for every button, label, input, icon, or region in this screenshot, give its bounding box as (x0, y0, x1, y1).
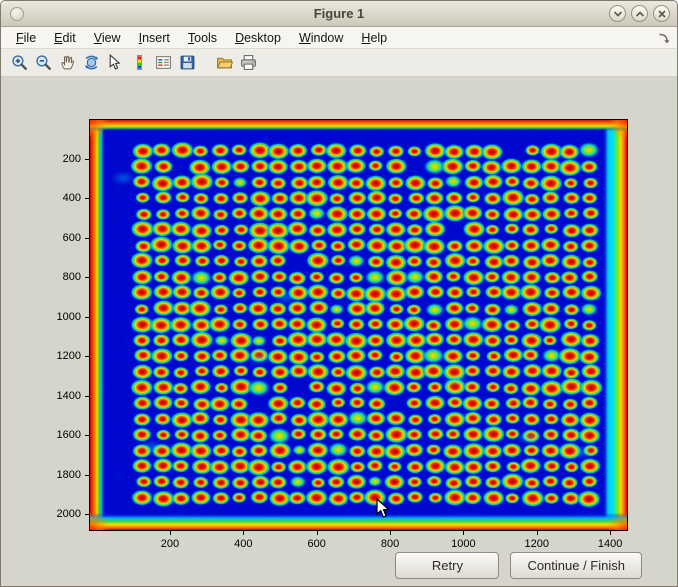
print-button[interactable] (237, 52, 259, 74)
y-tick-label: 1000 (39, 311, 81, 323)
menu-file[interactable]: File (7, 29, 45, 47)
x-tick-label: 1400 (588, 538, 632, 550)
y-tick (85, 356, 89, 357)
y-tick (85, 475, 89, 476)
y-tick (85, 238, 89, 239)
y-tick-label: 1200 (39, 350, 81, 362)
menu-edit[interactable]: Edit (45, 29, 85, 47)
zoom-out-icon (35, 54, 52, 71)
figure-content: 200 400 600 800 1000 1200 1400 200 400 600 800 1000… (1, 77, 677, 586)
axes: 2004006008001000120014002004006008001000… (89, 119, 628, 531)
zoom-in-icon (11, 54, 28, 71)
menu-window[interactable]: Window (290, 29, 352, 47)
menu-tools[interactable]: Tools (179, 29, 226, 47)
y-tick-label: 600 (39, 232, 81, 244)
x-tick-label: 200 (148, 538, 192, 550)
dock-arrow-icon[interactable] (657, 32, 670, 45)
y-tick (85, 396, 89, 397)
y-tick (85, 198, 89, 199)
x-tick-label: 1200 (515, 538, 559, 550)
close-button[interactable] (653, 5, 670, 22)
x-tick-label: 600 (295, 538, 339, 550)
open-icon (216, 54, 233, 71)
colorbar-icon (131, 54, 148, 71)
x-tick (170, 531, 171, 535)
maximize-button[interactable] (631, 5, 648, 22)
pan-icon (59, 54, 76, 71)
menubar: FileEditViewInsertToolsDesktopWindowHelp (1, 27, 677, 49)
minimize-button[interactable] (609, 5, 626, 22)
legend-button[interactable] (152, 52, 174, 74)
window-controls (609, 5, 670, 22)
open-button[interactable] (213, 52, 235, 74)
print-icon (240, 54, 257, 71)
y-tick-label: 200 (39, 153, 81, 165)
data-cursor-icon (107, 54, 124, 71)
x-tick-label: 400 (221, 538, 265, 550)
dialog-buttons: Retry Continue / Finish (395, 552, 642, 579)
x-tick-label: 800 (368, 538, 412, 550)
colorbar-button[interactable] (128, 52, 150, 74)
legend-icon (155, 54, 172, 71)
x-tick (537, 531, 538, 535)
save-button[interactable] (176, 52, 198, 74)
close-icon (657, 9, 667, 19)
titlebar[interactable]: Figure 1 (1, 1, 677, 27)
pan-button[interactable] (56, 52, 78, 74)
x-tick-label: 1000 (441, 538, 485, 550)
continue-finish-button[interactable]: Continue / Finish (510, 552, 642, 579)
window-title: Figure 1 (1, 6, 677, 21)
figure-window: Figure 1 FileEditViewInsertToolsDesktopW… (0, 0, 678, 587)
y-tick (85, 277, 89, 278)
x-tick (243, 531, 244, 535)
chevron-up-icon (635, 9, 645, 19)
menu-insert[interactable]: Insert (130, 29, 179, 47)
rotate-3d-button[interactable] (80, 52, 102, 74)
menu-view[interactable]: View (85, 29, 130, 47)
y-tick-label: 2000 (39, 508, 81, 520)
menu-desktop[interactable]: Desktop (226, 29, 290, 47)
y-tick-label: 800 (39, 271, 81, 283)
save-icon (179, 54, 196, 71)
chevron-down-icon (613, 9, 623, 19)
y-tick-label: 1600 (39, 429, 81, 441)
toolbar (1, 49, 677, 77)
zoom-in-button[interactable] (8, 52, 30, 74)
retry-button[interactable]: Retry (395, 552, 499, 579)
x-tick (463, 531, 464, 535)
y-tick-label: 400 (39, 192, 81, 204)
data-cursor-button[interactable] (104, 52, 126, 74)
menu-items: FileEditViewInsertToolsDesktopWindowHelp (7, 29, 396, 47)
rotate-3d-icon (83, 54, 100, 71)
y-tick (85, 514, 89, 515)
y-tick-label: 1800 (39, 469, 81, 481)
x-tick (390, 531, 391, 535)
y-tick-label: 1400 (39, 390, 81, 402)
heatmap-image[interactable] (89, 119, 628, 531)
x-tick (317, 531, 318, 535)
zoom-out-button[interactable] (32, 52, 54, 74)
y-tick (85, 317, 89, 318)
y-tick (85, 435, 89, 436)
menu-help[interactable]: Help (352, 29, 396, 47)
x-tick (610, 531, 611, 535)
y-tick (85, 159, 89, 160)
